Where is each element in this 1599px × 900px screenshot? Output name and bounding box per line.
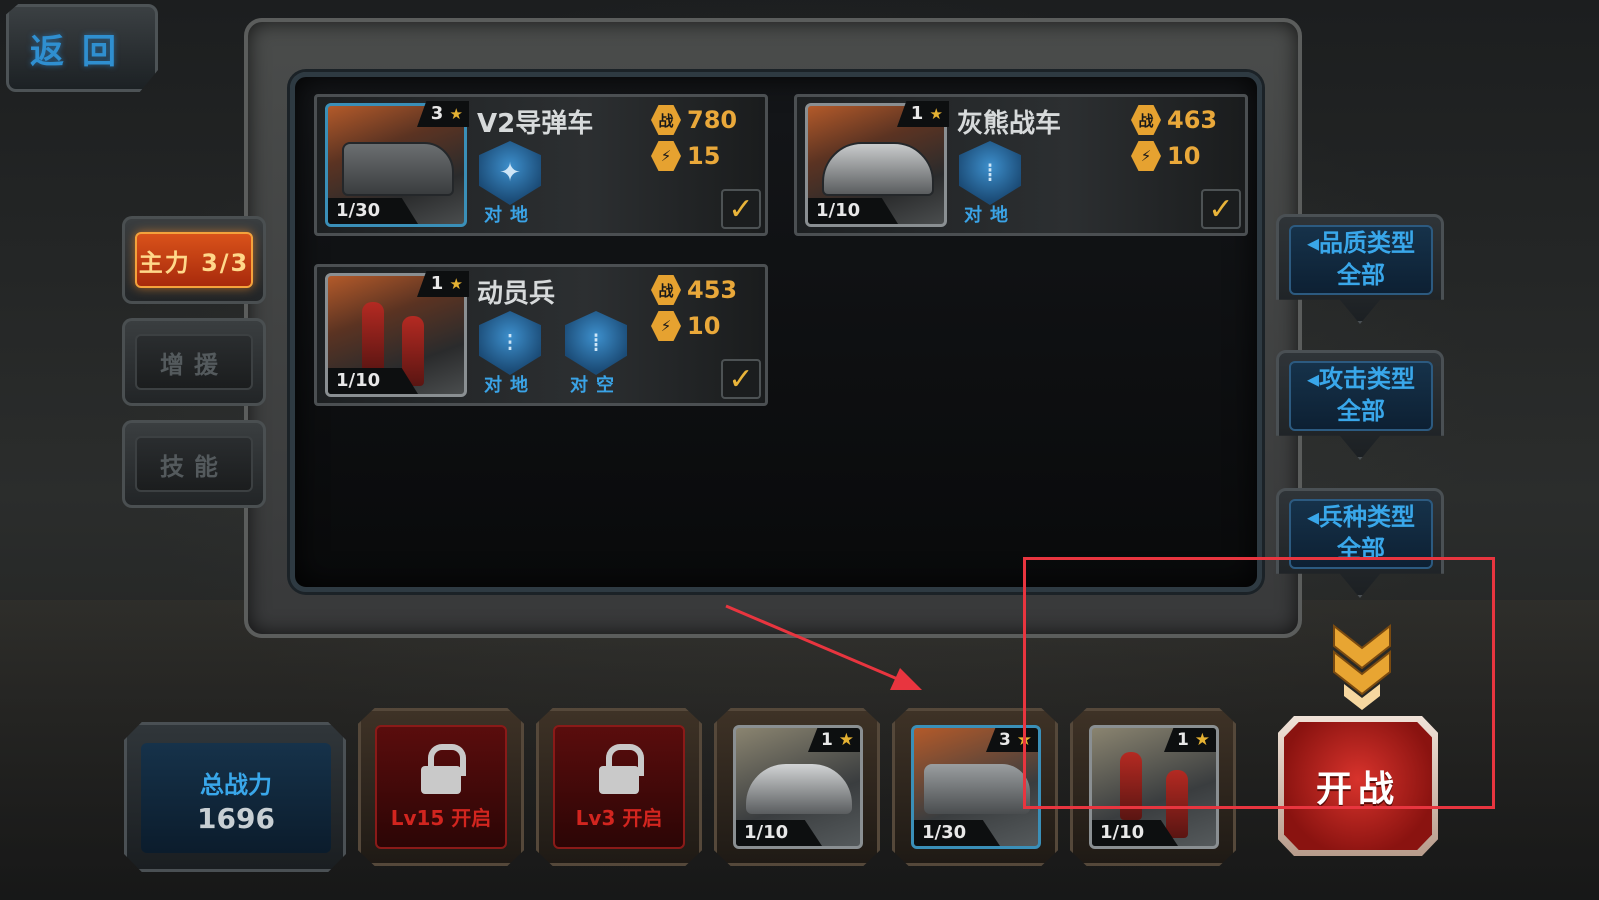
tab-main-force[interactable]: 主力 3/3 [122, 216, 266, 304]
power-icon: 战 [651, 275, 681, 305]
unit-name: 动员兵 [477, 279, 556, 309]
lock-icon [421, 743, 466, 794]
lightning-icon: ⚡ [1131, 141, 1161, 171]
star-level: 1 ★ [808, 728, 860, 752]
tab-reinforcement-label: 增援 [135, 334, 253, 390]
tab-reinforcement[interactable]: 增援 [122, 318, 266, 406]
unit-count: 1/30 [328, 198, 418, 224]
unit-count: 1/30 [914, 820, 1000, 846]
deployed-slot-grizzly[interactable]: 1 ★ 1/10 [714, 708, 880, 866]
total-power-value: 1696 [197, 802, 275, 835]
total-power-label: 总战力 [200, 771, 272, 799]
unlock-level-text: Lv15 开启 [390, 805, 492, 830]
unit-portrait: 1 ★ 1/10 [733, 725, 863, 849]
star-icon: ★ [929, 105, 943, 123]
power-icon: 战 [1131, 105, 1161, 135]
energy-cost-stat: ⚡ 10 [651, 311, 720, 341]
star-icon: ★ [838, 730, 854, 750]
missile-truck-image [342, 142, 454, 196]
locked-slot: Lv3 开启 [536, 708, 702, 866]
bullets-icon: ⁝ [479, 311, 541, 375]
unlock-level-text: Lv3 开启 [575, 805, 663, 830]
locked-slot: Lv15 开启 [358, 708, 524, 866]
power-stat: 战 780 [651, 105, 737, 135]
power-stat: 战 453 [651, 275, 737, 305]
soldier-image [362, 302, 384, 372]
attack-type-badge: ⁞ 对地 [957, 141, 1023, 229]
tab-main-force-label: 主力 3/3 [135, 232, 253, 288]
unit-card-conscript[interactable]: 1/10 1 ★ 动员兵 战 453 ⚡ 10 ⁝ 对地 ⁞ 对空 ✓ [314, 264, 768, 406]
filter-title: ◂兵种类型 [1306, 503, 1416, 531]
filter-value: 全部 [1337, 261, 1385, 289]
energy-cost-stat: ⚡ 15 [651, 141, 720, 171]
energy-cost-stat: ⚡ 10 [1131, 141, 1200, 171]
selected-checkmark-icon[interactable]: ✓ [1201, 189, 1241, 229]
filter-value: 全部 [1337, 397, 1385, 425]
power-stat: 战 463 [1131, 105, 1217, 135]
tab-skill-label: 技能 [135, 436, 253, 492]
total-power-display: 总战力 1696 [124, 722, 346, 872]
lightning-icon: ⚡ [651, 141, 681, 171]
attack-type-badge-ground: ⁝ 对地 [477, 311, 543, 399]
tank-image [746, 764, 852, 814]
filter-title: ◂品质类型 [1306, 229, 1416, 257]
back-button[interactable]: 返回 [6, 4, 158, 92]
selected-checkmark-icon[interactable]: ✓ [721, 359, 761, 399]
shell-icon: ⁞ [565, 311, 627, 375]
tab-skill[interactable]: 技能 [122, 420, 266, 508]
star-icon: ★ [449, 105, 463, 123]
unit-card-grizzly[interactable]: 1/10 1 ★ 灰熊战车 战 463 ⚡ 10 ⁞ 对地 ✓ [794, 94, 1248, 236]
power-icon: 战 [651, 105, 681, 135]
missile-icon: ✦ [479, 141, 541, 205]
attack-type-badge-air: ⁞ 对空 [563, 311, 629, 399]
annotation-highlight-box [1023, 557, 1495, 809]
missile-truck-image [924, 764, 1030, 814]
attack-type-badge: ✦ 对地 [477, 141, 543, 229]
unit-count: 1/10 [736, 820, 822, 846]
selected-checkmark-icon[interactable]: ✓ [721, 189, 761, 229]
unit-name: 灰熊战车 [957, 109, 1062, 139]
unit-card-v2[interactable]: 1/30 3 ★ V2导弹车 战 780 ⚡ 15 ✦ 对地 ✓ [314, 94, 768, 236]
lightning-icon: ⚡ [651, 311, 681, 341]
filter-title: ◂攻击类型 [1306, 365, 1416, 393]
star-icon: ★ [449, 275, 463, 293]
shell-icon: ⁞ [959, 141, 1021, 205]
unit-count: 1/10 [808, 198, 898, 224]
lock-icon [599, 743, 644, 794]
tank-image [822, 142, 934, 196]
unit-name: V2导弹车 [477, 109, 594, 139]
unit-portrait: 3 ★ 1/30 [911, 725, 1041, 849]
